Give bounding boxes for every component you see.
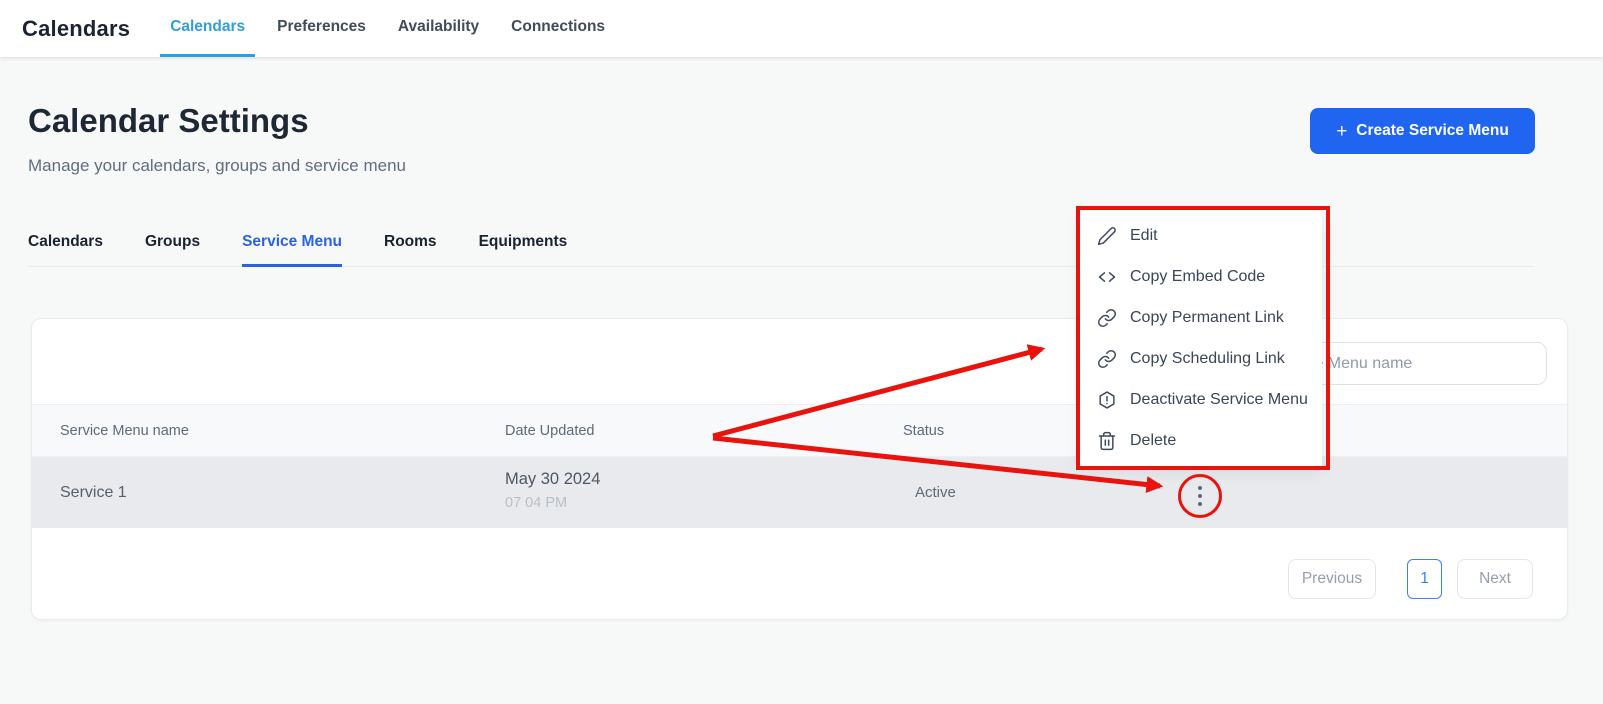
alert-hexagon-icon <box>1097 390 1117 410</box>
top-navbar: Calendars Calendars Preferences Availabi… <box>0 0 1603 57</box>
subtab-equipments[interactable]: Equipments <box>479 233 568 267</box>
code-icon <box>1097 267 1117 287</box>
kebab-highlight-circle <box>1178 474 1222 518</box>
column-header-status: Status <box>903 405 944 458</box>
subtab-service-menu[interactable]: Service Menu <box>242 233 342 267</box>
top-tab-availability[interactable]: Availability <box>388 0 489 57</box>
trash-icon <box>1097 431 1117 451</box>
date-updated-cell: May 30 2024 <box>505 470 600 489</box>
service-menu-name-cell: Service 1 <box>60 457 127 528</box>
menu-item-label: Copy Permanent Link <box>1130 309 1284 327</box>
page-number-button[interactable]: 1 <box>1407 559 1442 599</box>
page-subtitle: Manage your calendars, groups and servic… <box>28 156 406 176</box>
time-updated-cell: 07 04 PM <box>505 495 567 511</box>
plus-icon: + <box>1336 122 1347 141</box>
previous-page-button[interactable]: Previous <box>1288 559 1376 599</box>
kebab-menu-icon[interactable] <box>1194 482 1206 510</box>
top-tab-preferences[interactable]: Preferences <box>267 0 376 57</box>
pencil-icon <box>1097 226 1117 246</box>
menu-item-label: Delete <box>1130 432 1176 450</box>
menu-item-copy-scheduling-link[interactable]: Copy Scheduling Link <box>1080 338 1322 379</box>
next-page-button[interactable]: Next <box>1457 559 1533 599</box>
subtab-rooms[interactable]: Rooms <box>384 233 437 267</box>
create-service-menu-button[interactable]: + Create Service Menu <box>1310 108 1535 154</box>
top-tab-calendars[interactable]: Calendars <box>160 0 255 57</box>
menu-item-label: Copy Embed Code <box>1130 268 1265 286</box>
app-title: Calendars <box>22 16 130 42</box>
menu-item-copy-embed-code[interactable]: Copy Embed Code <box>1080 256 1322 297</box>
menu-item-deactivate-service-menu[interactable]: Deactivate Service Menu <box>1080 379 1322 420</box>
top-tab-connections[interactable]: Connections <box>501 0 615 57</box>
calendar-settings-page: Calendars Calendars Preferences Availabi… <box>0 0 1603 704</box>
table-row[interactable]: Service 1 May 30 2024 07 04 PM Active <box>32 457 1567 528</box>
column-header-date-updated: Date Updated <box>505 405 594 458</box>
menu-item-label: Deactivate Service Menu <box>1130 391 1308 409</box>
subtab-groups[interactable]: Groups <box>145 233 200 267</box>
top-tabs: Calendars Preferences Availability Conne… <box>160 0 627 57</box>
create-service-menu-label: Create Service Menu <box>1356 122 1509 140</box>
table-header-row: Service Menu name Date Updated Status <box>32 404 1567 457</box>
page-title: Calendar Settings <box>28 102 309 140</box>
context-menu: Edit Copy Embed Code Copy Permanent Link… <box>1080 210 1322 466</box>
link-icon <box>1097 308 1117 328</box>
menu-item-label: Copy Scheduling Link <box>1130 350 1285 368</box>
status-cell: Active <box>915 457 956 528</box>
link-icon <box>1097 349 1117 369</box>
menu-item-edit[interactable]: Edit <box>1080 215 1322 256</box>
menu-item-label: Edit <box>1130 227 1158 245</box>
menu-item-copy-permanent-link[interactable]: Copy Permanent Link <box>1080 297 1322 338</box>
subtab-calendars[interactable]: Calendars <box>28 233 103 267</box>
column-header-service-menu-name: Service Menu name <box>60 405 189 458</box>
menu-item-delete[interactable]: Delete <box>1080 420 1322 461</box>
